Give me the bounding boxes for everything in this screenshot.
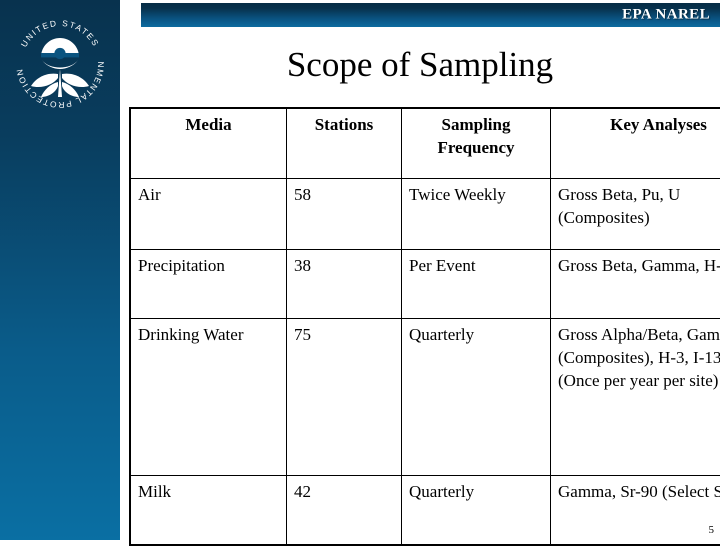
table-row: Milk 42 Quarterly Gamma, Sr-90 (Select S… xyxy=(130,476,720,546)
cell-analyses: Gross Alpha/Beta, Gamma (Composites), H-… xyxy=(551,319,720,476)
column-header-stations: Stations xyxy=(287,108,402,179)
table-row: Drinking Water 75 Quarterly Gross Alpha/… xyxy=(130,319,720,476)
column-header-media: Media xyxy=(130,108,287,179)
cell-media: Air xyxy=(130,179,287,250)
scope-of-sampling-table: Media Stations Sampling Frequency Key An… xyxy=(129,107,720,546)
table-row: Air 58 Twice Weekly Gross Beta, Pu, U (C… xyxy=(130,179,720,250)
column-header-analyses: Key Analyses xyxy=(551,108,720,179)
slide-number: 5 xyxy=(709,524,715,536)
table-header-row: Media Stations Sampling Frequency Key An… xyxy=(130,108,720,179)
cell-stations: 38 xyxy=(287,250,402,319)
cell-media: Milk xyxy=(130,476,287,546)
epa-seal-icon: UNITED STATES ENVIRONMENTAL PROTECTION A… xyxy=(8,12,112,116)
cell-frequency: Twice Weekly xyxy=(402,179,551,250)
cell-stations: 58 xyxy=(287,179,402,250)
cell-analyses: Gross Beta, Gamma, H-3 xyxy=(551,250,720,319)
header-bar: EPA NAREL xyxy=(141,3,720,27)
cell-frequency: Per Event xyxy=(402,250,551,319)
column-header-frequency: Sampling Frequency xyxy=(402,108,551,179)
cell-media: Drinking Water xyxy=(130,319,287,476)
cell-frequency: Quarterly xyxy=(402,476,551,546)
cell-analyses: Gross Beta, Pu, U (Composites) xyxy=(551,179,720,250)
cell-stations: 75 xyxy=(287,319,402,476)
header-title: EPA NAREL xyxy=(622,7,710,24)
cell-media: Precipitation xyxy=(130,250,287,319)
cell-frequency: Quarterly xyxy=(402,319,551,476)
table-row: Precipitation 38 Per Event Gross Beta, G… xyxy=(130,250,720,319)
cell-stations: 42 xyxy=(287,476,402,546)
left-brand-panel: UNITED STATES ENVIRONMENTAL PROTECTION A… xyxy=(0,0,120,540)
cell-analyses: Gamma, Sr-90 (Select Sites) xyxy=(551,476,720,546)
page-title: Scope of Sampling xyxy=(130,47,710,84)
